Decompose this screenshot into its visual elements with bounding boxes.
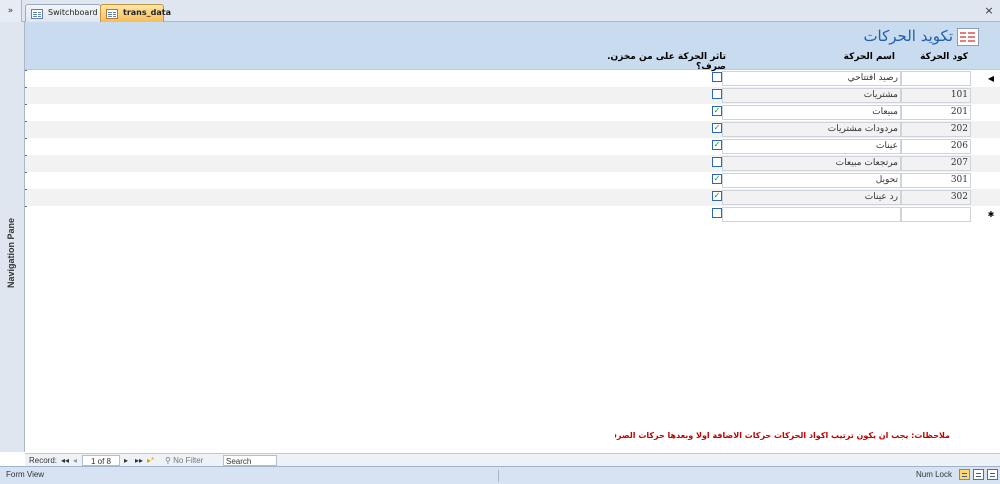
form-view-icon[interactable] [959,469,970,480]
column-header-flag: تاثر الحركة على من مخزن. صرف؟ [607,52,726,72]
previous-record-icon[interactable]: ◂ [73,455,81,466]
tab-trans-data[interactable]: trans_data [100,4,171,22]
flag-checkbox[interactable] [712,72,722,82]
current-record-input[interactable]: 1 of 8 [82,455,120,466]
transaction-code-field[interactable]: 301 [901,173,971,188]
form-header: تكويد الحركات كود الحركة اسم الحركة تاثر… [25,22,1000,72]
flag-checkbox[interactable] [712,174,722,184]
row-divider [25,138,27,139]
design-view-icon[interactable] [987,469,998,480]
flag-checkbox[interactable] [712,191,722,201]
form-title: تكويد الحركات [863,27,953,45]
row-divider [25,155,27,156]
form-icon [106,9,118,19]
column-header-name: اسم الحركة [843,52,895,62]
flag-checkbox[interactable] [712,140,722,150]
flag-checkbox[interactable] [712,106,722,116]
new-record-icon[interactable]: ✱ [987,210,995,220]
close-icon[interactable]: × [982,4,996,18]
row-divider [25,87,27,88]
notes-label: ملاحظات: يجب ان يكون ترتيب اكواد الحركات… [615,431,950,440]
last-record-icon[interactable]: ▸▸ [135,455,143,466]
transaction-code-field[interactable]: 206 [901,139,971,154]
flag-checkbox[interactable] [712,157,722,167]
first-record-icon[interactable]: ◂◂ [61,455,69,466]
transaction-name-field[interactable]: عينات [722,139,901,154]
num-lock-indicator: Num Lock [915,470,952,479]
transaction-code-field[interactable] [901,207,971,222]
transaction-form: تكويد الحركات كود الحركة اسم الحركة تاثر… [25,22,1000,453]
row-divider [25,104,27,105]
row-divider [25,206,27,207]
flag-checkbox[interactable] [712,123,722,133]
flag-checkbox[interactable] [712,208,722,218]
status-divider [498,470,499,482]
transaction-grid: رصيد افتتاحي I ◀ مشتريات 101 مبيعات 201 … [25,70,1000,223]
form-icon [31,9,43,19]
row-divider [25,189,27,190]
table-row[interactable]: مشتريات 101 [25,87,1000,104]
transaction-name-field[interactable]: رد عينات [722,190,901,205]
tab-switchboard[interactable]: Switchboard [25,4,101,22]
document-tabs-bar: » Switchboard trans_data × [0,0,1000,22]
transaction-code-field[interactable]: 202 [901,122,971,137]
row-divider [25,172,27,173]
status-bar: Form View Num Lock [0,466,1000,484]
transaction-name-field[interactable]: مردودات مشتريات [722,122,901,137]
new-record-row[interactable]: ✱ [25,206,1000,223]
filter-toggle[interactable]: ⚲ No Filter [165,455,217,466]
transaction-code-field[interactable]: 201 [901,105,971,120]
transaction-code-field[interactable]: 101 [901,88,971,103]
transaction-name-field[interactable]: مشتريات [722,88,901,103]
row-divider [25,121,27,122]
table-row[interactable]: رصيد افتتاحي I ◀ [25,70,1000,87]
new-record-icon[interactable]: ▸* [147,455,159,466]
navigation-pane-label: Navigation Pane [6,217,16,289]
status-view-label: Form View [6,470,45,479]
current-record-icon[interactable]: ◀ [987,74,995,84]
nav-pane-toggle[interactable]: » [0,0,22,22]
table-row[interactable]: عينات 206 [25,138,1000,155]
tab-label: Switchboard [48,8,98,17]
transaction-code-field[interactable]: I [901,71,971,86]
transaction-name-field[interactable]: مرتجعات مبيعات [722,156,901,171]
layout-view-icon[interactable] [973,469,984,480]
transaction-name-field[interactable] [722,207,901,222]
transaction-code-field[interactable]: 302 [901,190,971,205]
transaction-name-field[interactable]: مبيعات [722,105,901,120]
record-label: Record: [29,456,58,465]
next-record-icon[interactable]: ▸ [124,455,132,466]
navigation-pane[interactable]: Navigation Pane [0,22,25,452]
flag-checkbox[interactable] [712,89,722,99]
record-navigation-bar: Record: ◂◂ ◂ 1 of 8 ▸ ▸▸ ▸* ⚲ No Filter … [25,453,1000,466]
transaction-name-field[interactable]: تحويل [722,173,901,188]
tab-label: trans_data [123,8,171,17]
table-row[interactable]: مردودات مشتريات 202 [25,121,1000,138]
transaction-name-field[interactable]: رصيد افتتاحي [722,71,901,86]
column-header-code: كود الحركة [920,52,968,62]
form-icon [957,28,979,46]
table-row[interactable]: رد عينات 302 [25,189,1000,206]
transaction-code-field[interactable]: 207 [901,156,971,171]
search-input[interactable]: Search [223,455,277,466]
table-row[interactable]: مبيعات 201 [25,104,1000,121]
row-divider [25,70,27,71]
filter-label: No Filter [173,456,204,465]
table-row[interactable]: تحويل 301 [25,172,1000,189]
filter-icon: ⚲ [165,456,174,465]
table-row[interactable]: مرتجعات مبيعات 207 [25,155,1000,172]
